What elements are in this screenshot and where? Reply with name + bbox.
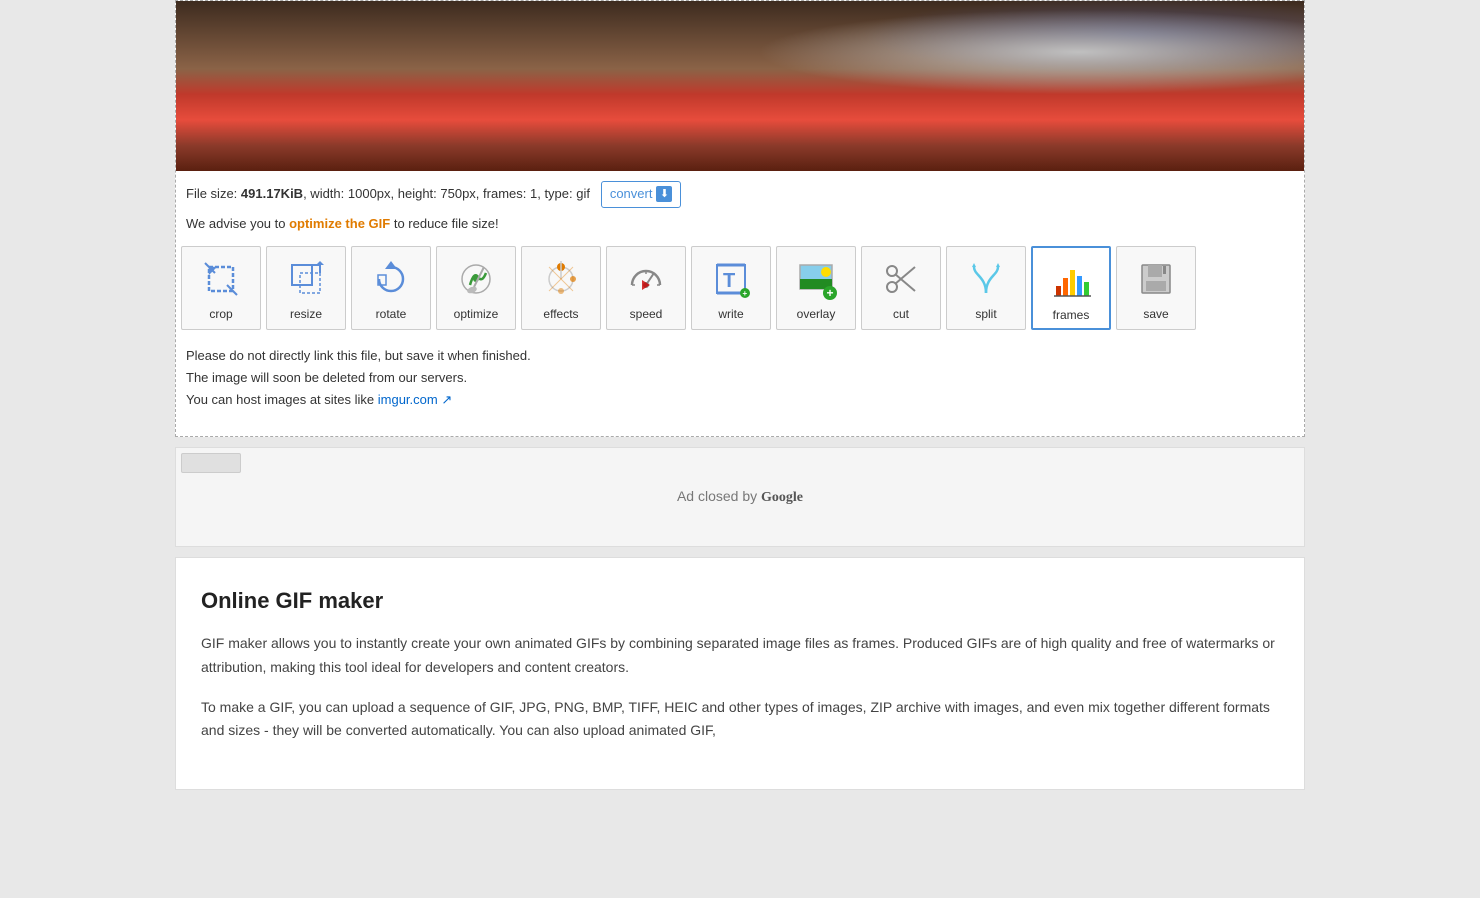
tool-resize[interactable]: resize [266,246,346,330]
ad-close-button[interactable] [181,453,241,473]
write-label: write [718,307,743,321]
split-icon [962,255,1010,303]
resize-icon [282,255,330,303]
tool-write[interactable]: T + write [691,246,771,330]
optimize-link[interactable]: optimize the GIF [289,216,390,231]
main-card: File size: 491.17KiB, width: 1000px, hei… [175,0,1305,437]
notice-line1: Please do not directly link this file, b… [186,345,1294,367]
cut-label: cut [893,307,909,321]
cut-icon [877,255,925,303]
tool-optimize[interactable]: optimize [436,246,516,330]
tool-save[interactable]: save [1116,246,1196,330]
file-size-value: 491.17KiB [241,186,303,201]
convert-label: convert [610,184,653,205]
tool-speed[interactable]: speed [606,246,686,330]
crop-icon [197,255,245,303]
file-size-label: File size: [186,186,237,201]
download-icon: ⬇ [656,186,672,202]
tool-rotate[interactable]: rotate [351,246,431,330]
overlay-label: overlay [797,307,836,321]
rotate-label: rotate [376,307,407,321]
tool-crop[interactable]: crop [181,246,261,330]
notice-line2: The image will soon be deleted from our … [186,367,1294,389]
advise-after: to reduce file size! [390,216,498,231]
rotate-icon [367,255,415,303]
notice-text: Please do not directly link this file, b… [176,335,1304,416]
section-title: Online GIF maker [201,588,1279,614]
imgur-link[interactable]: imgur.com ↗ [378,392,452,407]
save-icon [1132,255,1180,303]
frames-label: frames [1053,308,1090,322]
notice-line3: You can host images at sites like imgur.… [186,389,1294,411]
frames-icon [1047,256,1095,304]
optimize-label: optimize [454,307,499,321]
optimize-icon [452,255,500,303]
resize-label: resize [290,307,322,321]
tool-cut[interactable]: cut [861,246,941,330]
tool-overlay[interactable]: + overlay [776,246,856,330]
crop-label: crop [209,307,232,321]
section-para2: To make a GIF, you can upload a sequence… [201,696,1279,744]
advise-text: We advise you to optimize the GIF to red… [176,216,1304,241]
notice-line3-before: You can host images at sites like [186,392,378,407]
convert-button[interactable]: convert ⬇ [601,181,682,208]
section-para1: GIF maker allows you to instantly create… [201,632,1279,680]
file-meta: , width: 1000px, height: 750px, frames: … [303,186,590,201]
bottom-card: Online GIF maker GIF maker allows you to… [175,557,1305,790]
gif-preview-image [176,1,1304,171]
svg-text:+: + [827,286,834,300]
tool-effects[interactable]: effects [521,246,601,330]
tool-split[interactable]: split [946,246,1026,330]
overlay-icon: + [792,255,840,303]
tools-row: crop resize [176,241,1304,335]
tool-frames[interactable]: frames [1031,246,1111,330]
save-label: save [1143,307,1168,321]
effects-label: effects [543,307,578,321]
file-info-bar: File size: 491.17KiB, width: 1000px, hei… [176,171,1304,216]
advise-before: We advise you to [186,216,289,231]
write-icon: T + [707,255,755,303]
speed-icon [622,255,670,303]
svg-text:T: T [723,270,735,292]
effects-icon [537,255,585,303]
ad-text: Ad closed by Google [677,488,803,506]
speed-label: speed [630,307,663,321]
page-wrapper: File size: 491.17KiB, width: 1000px, hei… [0,0,1480,790]
svg-text:+: + [743,289,748,298]
ad-area: Ad closed by Google [175,447,1305,547]
split-label: split [975,307,996,321]
